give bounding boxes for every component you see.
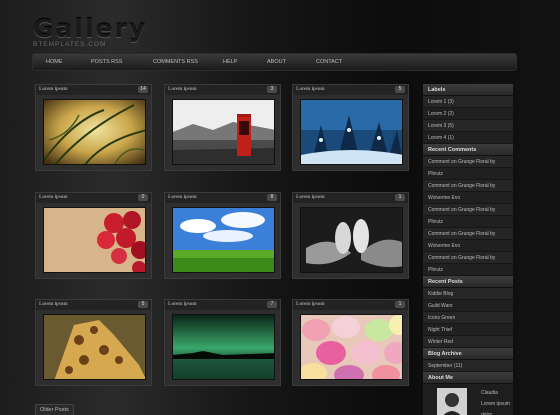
post-card: Lorem ipsum 5: [35, 299, 152, 386]
post-title[interactable]: Lorem ipsum: [296, 195, 325, 200]
post-title[interactable]: Lorem ipsum: [168, 195, 197, 200]
post-thumbnail-candy-hearts[interactable]: [300, 314, 403, 380]
label-link[interactable]: Lorem 2 (2): [423, 108, 513, 120]
comment-author: Wolverine Evo: [423, 240, 513, 252]
comment-count-badge[interactable]: 1: [395, 301, 405, 308]
comment-count-badge[interactable]: 1: [395, 194, 405, 201]
post-card: Lorem ipsum 0: [35, 192, 152, 279]
comment-author: Plinutz: [423, 168, 513, 180]
nav-comments-rss[interactable]: COMMENTS RSS: [153, 59, 198, 65]
comment-count-badge[interactable]: 8: [267, 194, 277, 201]
comment-author: Plinutz: [423, 216, 513, 228]
post-thumbnail-phone-booth[interactable]: [172, 99, 275, 165]
comment-count-badge[interactable]: 5: [138, 301, 148, 308]
post-title[interactable]: Lorem ipsum: [296, 87, 325, 92]
post-thumbnail-aurora[interactable]: [172, 314, 275, 380]
comment-link[interactable]: Comment on Grunge Floral by: [423, 156, 513, 168]
archive-link[interactable]: September (11): [423, 360, 513, 372]
site-title[interactable]: Gallery: [33, 14, 147, 43]
post-card: Lorem ipsum 8: [164, 192, 281, 279]
post-card: Lorem ipsum 1: [292, 192, 409, 279]
recent-post-link[interactable]: Winter Red: [423, 336, 513, 348]
post-card: Lorem ipsum 7: [164, 299, 281, 386]
about-me-line: dolor: [481, 412, 493, 415]
post-thumbnail-grunge-floral[interactable]: [43, 99, 146, 165]
post-card: Lorem ipsum 1: [292, 299, 409, 386]
avatar[interactable]: [437, 388, 467, 415]
post-thumbnail-baby-feet[interactable]: [300, 207, 403, 273]
post-card: Lorem ipsum 14: [35, 84, 152, 171]
post-title[interactable]: Lorem ipsum: [39, 87, 68, 92]
comment-link[interactable]: Comment on Grunge Floral by: [423, 228, 513, 240]
labels-heading: Labels: [423, 84, 513, 96]
post-title[interactable]: Lorem ipsum: [168, 302, 197, 307]
comment-count-badge[interactable]: 7: [267, 301, 277, 308]
recent-post-link[interactable]: Guild Wars: [423, 300, 513, 312]
about-me-text: Claudia Lorem ipsum dolor: [481, 388, 510, 415]
post-title[interactable]: Lorem ipsum: [39, 302, 68, 307]
about-me-name[interactable]: Claudia: [481, 388, 510, 399]
recent-post-link[interactable]: Kiddie Blog: [423, 288, 513, 300]
post-card: Lorem ipsum 5: [292, 84, 409, 171]
post-thumbnail-snowy-forest[interactable]: [300, 99, 403, 165]
post-card: Lorem ipsum 3: [164, 84, 281, 171]
post-thumbnail-giraffe[interactable]: [43, 314, 146, 380]
post-title[interactable]: Lorem ipsum: [296, 302, 325, 307]
nav-posts-rss[interactable]: POSTS RSS: [91, 59, 122, 65]
about-me-heading: About Me: [423, 372, 513, 384]
blog-archive-heading: Blog Archive: [423, 348, 513, 360]
comment-author: Plinutz: [423, 264, 513, 276]
about-me-line: Lorem ipsum: [481, 401, 510, 407]
nav-home[interactable]: HOME: [46, 59, 63, 65]
post-thumbnail-rose-petals[interactable]: [43, 207, 146, 273]
main-nav: HOME POSTS RSS COMMENTS RSS HELP ABOUT C…: [32, 53, 517, 71]
comment-link[interactable]: Comment on Grunge Floral by: [423, 204, 513, 216]
comment-link[interactable]: Comment on Grunge Floral by: [423, 180, 513, 192]
comment-link[interactable]: Comment on Grunge Floral by: [423, 252, 513, 264]
recent-post-link[interactable]: Icons Green: [423, 312, 513, 324]
comment-count-badge[interactable]: 0: [138, 194, 148, 201]
nav-contact[interactable]: CONTACT: [316, 59, 342, 65]
post-title[interactable]: Lorem ipsum: [39, 195, 68, 200]
nav-help[interactable]: HELP: [223, 59, 237, 65]
comment-author: Wolverine Evo: [423, 192, 513, 204]
comment-count-badge[interactable]: 14: [138, 86, 148, 93]
recent-posts-heading: Recent Posts: [423, 276, 513, 288]
site-header: Gallery BTEMPLATES.COM: [33, 14, 147, 48]
nav-about[interactable]: ABOUT: [267, 59, 286, 65]
recent-comments-heading: Recent Comments: [423, 144, 513, 156]
sidebar: Labels Lorem 1 (3) Lorem 2 (2) Lorem 3 (…: [423, 84, 513, 415]
comment-count-badge[interactable]: 5: [395, 86, 405, 93]
label-link[interactable]: Lorem 1 (3): [423, 96, 513, 108]
post-title[interactable]: Lorem ipsum: [168, 87, 197, 92]
post-thumbnail-green-field[interactable]: [172, 207, 275, 273]
older-posts-button[interactable]: Older Posts: [35, 404, 74, 415]
label-link[interactable]: Lorem 3 (5): [423, 120, 513, 132]
about-me-body: Claudia Lorem ipsum dolor: [423, 384, 513, 415]
comment-count-badge[interactable]: 3: [267, 86, 277, 93]
recent-post-link[interactable]: Night Thief: [423, 324, 513, 336]
label-link[interactable]: Lorem 4 (1): [423, 132, 513, 144]
